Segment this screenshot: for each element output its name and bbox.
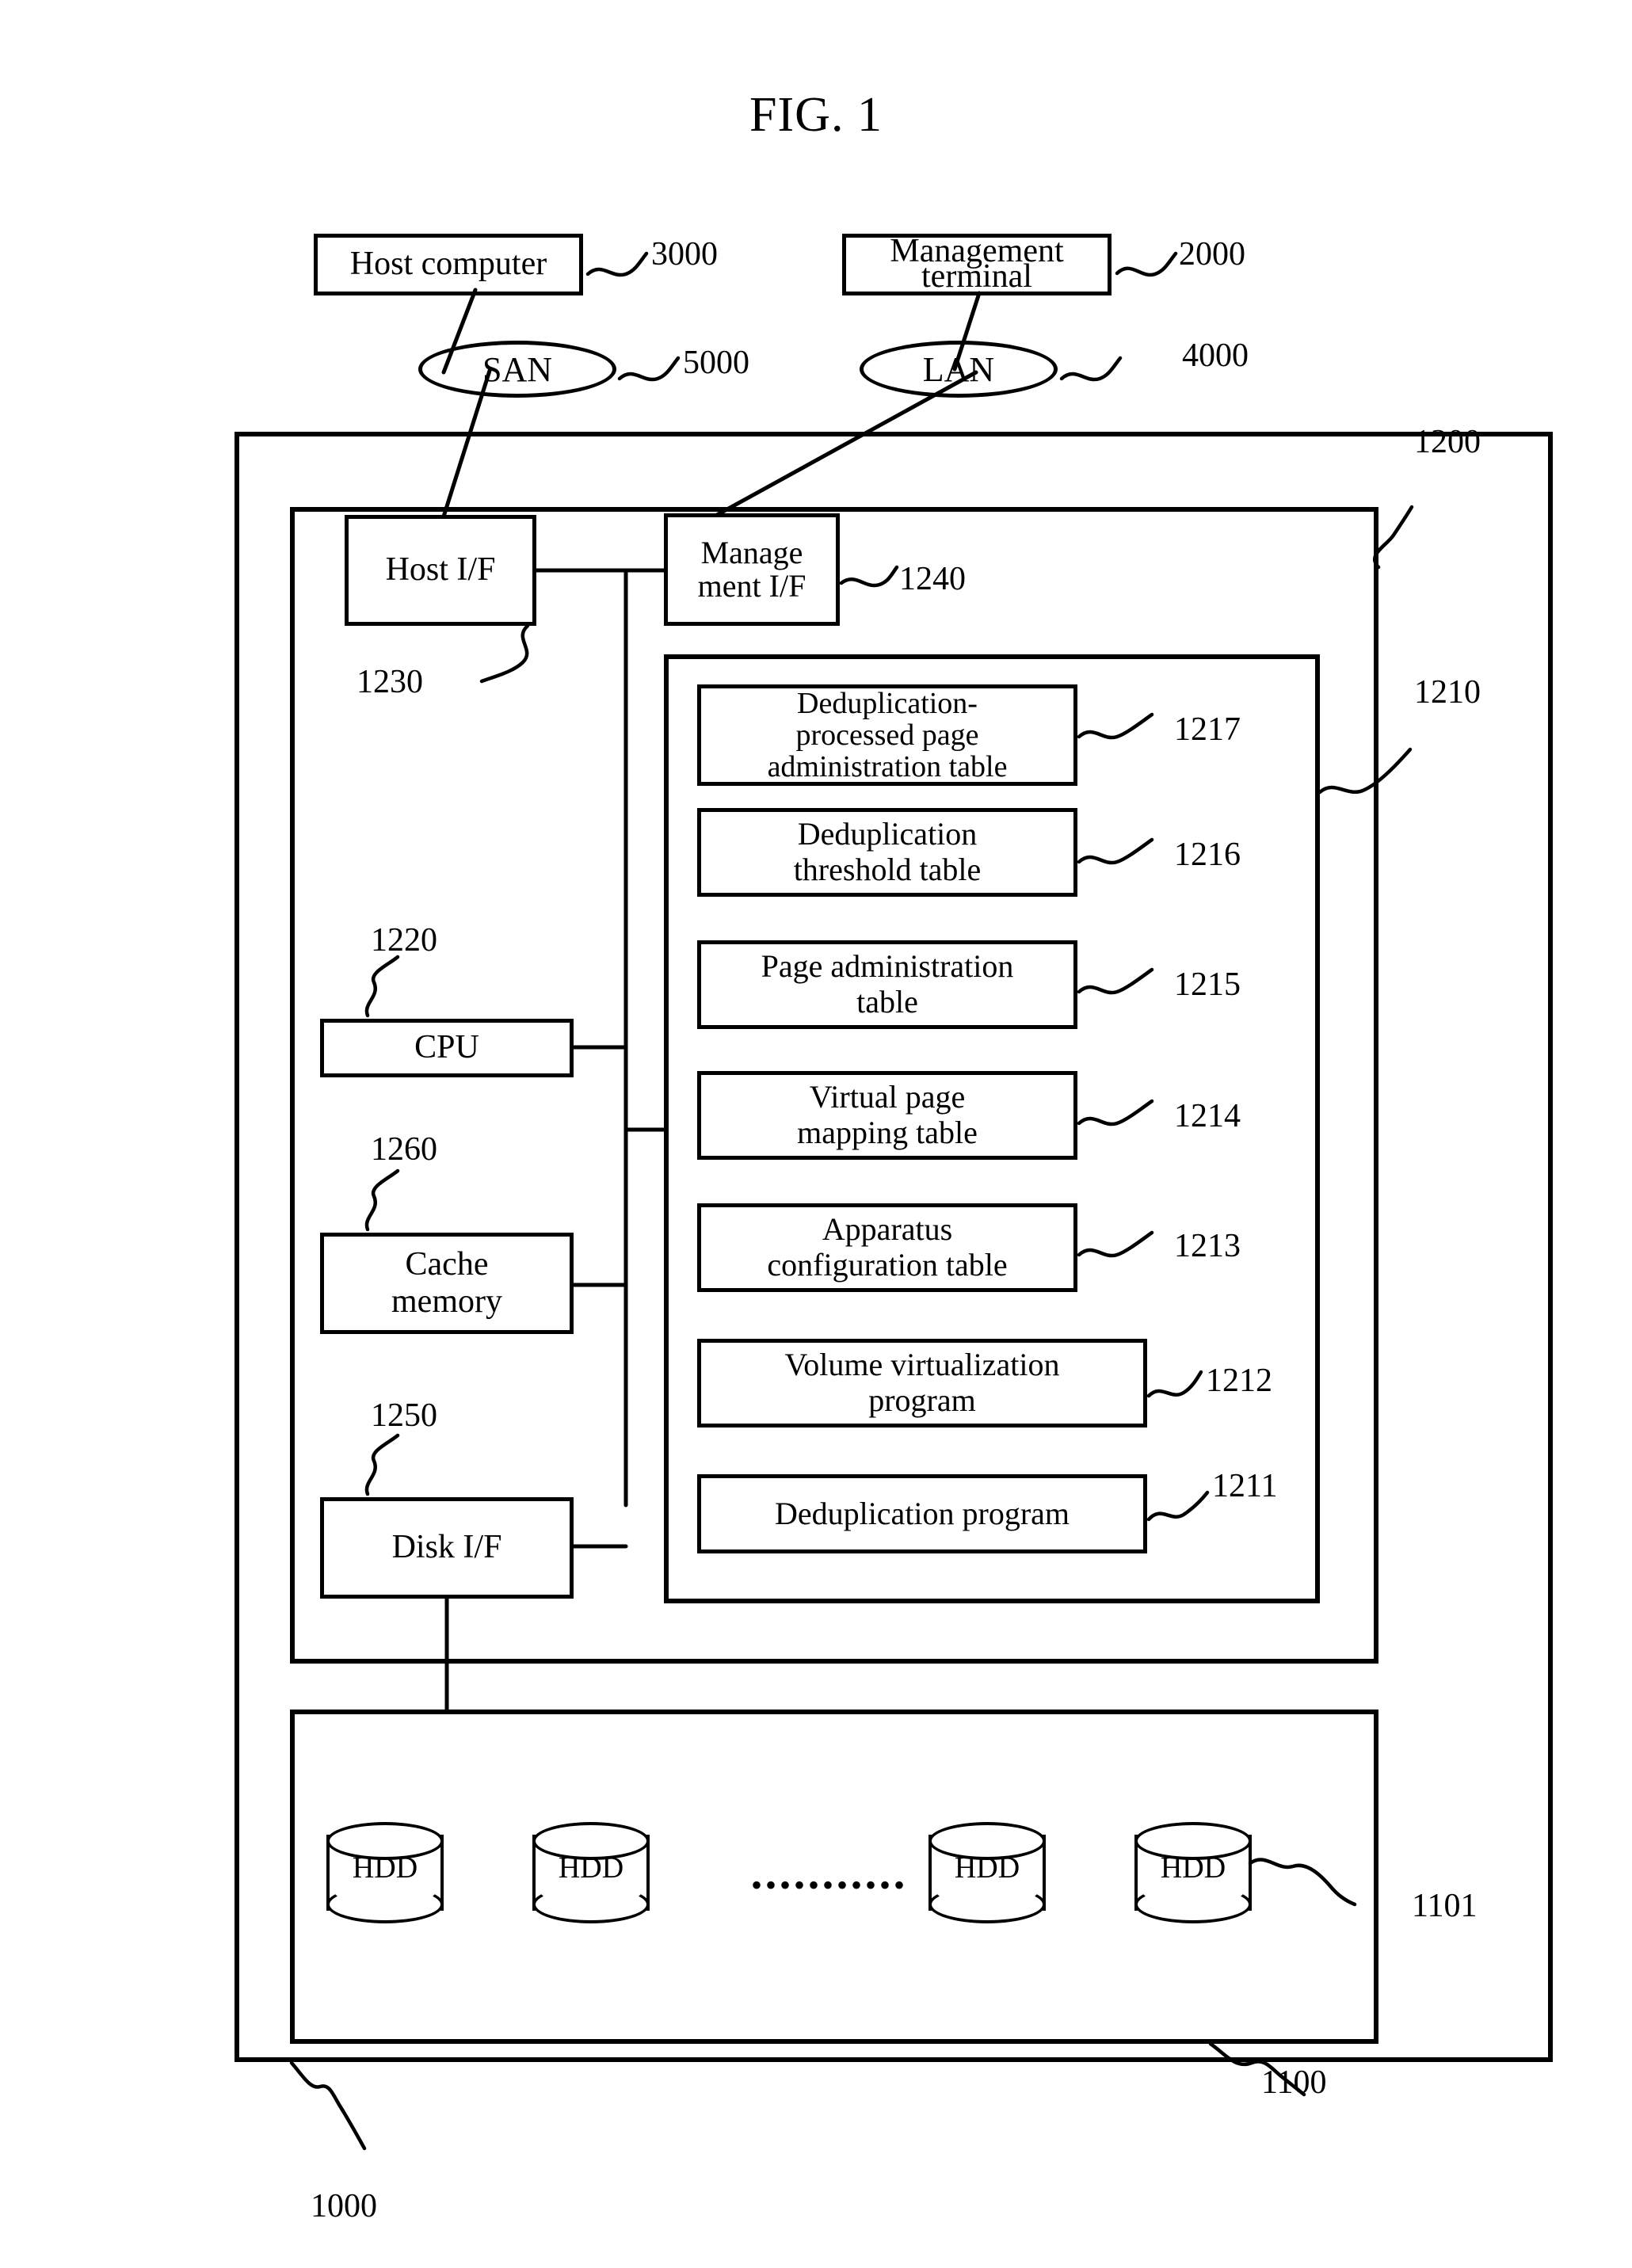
ref-1211: 1211 bbox=[1212, 1468, 1278, 1504]
ref-1220: 1220 bbox=[371, 922, 437, 959]
memory-item-label-line2: program bbox=[868, 1382, 976, 1418]
ref-1213: 1213 bbox=[1174, 1228, 1241, 1264]
memory-item-label-line3: administration table bbox=[767, 750, 1008, 784]
cpu-label: CPU bbox=[414, 1029, 479, 1066]
san-label: SAN bbox=[482, 349, 553, 389]
disk-if-box: Disk I/F bbox=[320, 1497, 574, 1599]
hdd-cylinder-bottom bbox=[1134, 1885, 1252, 1923]
ref-1260: 1260 bbox=[371, 1131, 437, 1168]
memory-item-label-line2: processed page bbox=[795, 718, 979, 752]
leader-3000 bbox=[585, 251, 649, 277]
host-computer-label: Host computer bbox=[349, 246, 547, 283]
management-if-label-line1: Manage bbox=[700, 535, 803, 570]
hdd-label: HDD bbox=[954, 1851, 1020, 1885]
cache-memory-label-line2: memory bbox=[391, 1283, 502, 1320]
ref-5000: 5000 bbox=[683, 345, 749, 381]
hdd-drive-2: HDD bbox=[532, 1822, 650, 1923]
hdd-cylinder-bottom bbox=[326, 1885, 444, 1923]
memory-item-dedup-threshold-table: Deduplication threshold table bbox=[697, 808, 1077, 897]
hdd-cylinder-bottom bbox=[928, 1885, 1046, 1923]
memory-item-label-line1: Deduplication bbox=[797, 816, 978, 852]
ref-1100: 1100 bbox=[1261, 2064, 1327, 2101]
memory-item-virtual-page-mapping-table: Virtual page mapping table bbox=[697, 1071, 1077, 1160]
ref-3000: 3000 bbox=[651, 236, 718, 273]
host-if-label: Host I/F bbox=[385, 551, 496, 589]
memory-item-label-line2: table bbox=[856, 984, 918, 1020]
cache-memory-box: Cache memory bbox=[320, 1233, 574, 1334]
memory-item-label-line1: Deduplication program bbox=[774, 1496, 1070, 1532]
management-if-label-line2: ment I/F bbox=[697, 568, 806, 604]
hdd-label: HDD bbox=[352, 1851, 418, 1885]
hdd-drive-4: HDD bbox=[1134, 1822, 1252, 1923]
ref-2000: 2000 bbox=[1179, 236, 1245, 273]
ref-4000: 4000 bbox=[1182, 337, 1249, 374]
memory-item-label-line2: configuration table bbox=[767, 1247, 1008, 1283]
ref-1230: 1230 bbox=[357, 664, 423, 700]
ref-1216: 1216 bbox=[1174, 837, 1241, 873]
memory-item-dedup-processed-page-admin-table: Deduplication- processed page administra… bbox=[697, 684, 1077, 786]
ref-1214: 1214 bbox=[1174, 1098, 1241, 1134]
hdd-label: HDD bbox=[1160, 1851, 1226, 1885]
hdd-cylinder-bottom bbox=[532, 1885, 650, 1923]
hdd-drive-1: HDD bbox=[326, 1822, 444, 1923]
management-if-box: Manage ment I/F bbox=[664, 513, 840, 626]
cpu-box: CPU bbox=[320, 1019, 574, 1077]
memory-item-deduplication-program: Deduplication program bbox=[697, 1474, 1147, 1553]
disk-if-label: Disk I/F bbox=[391, 1529, 502, 1566]
ref-1215: 1215 bbox=[1174, 966, 1241, 1003]
ref-1240: 1240 bbox=[899, 561, 966, 597]
ref-1217: 1217 bbox=[1174, 711, 1241, 748]
figure-title: FIG. 1 bbox=[749, 88, 883, 142]
ref-1101: 1101 bbox=[1412, 1888, 1478, 1924]
memory-item-label-line1: Volume virtualization bbox=[784, 1347, 1060, 1383]
ref-1200: 1200 bbox=[1414, 424, 1481, 460]
hdd-label: HDD bbox=[558, 1851, 624, 1885]
lan-network: LAN bbox=[860, 341, 1058, 398]
memory-item-label-line1: Apparatus bbox=[822, 1211, 953, 1248]
management-terminal-box: Management terminal bbox=[842, 234, 1112, 295]
memory-item-apparatus-configuration-table: Apparatus configuration table bbox=[697, 1203, 1077, 1292]
memory-item-label-line2: mapping table bbox=[797, 1115, 978, 1150]
host-if-box: Host I/F bbox=[345, 515, 536, 626]
memory-item-label-line1: Deduplication- bbox=[797, 686, 978, 720]
leader-2000 bbox=[1115, 251, 1178, 277]
lan-label: LAN bbox=[922, 349, 995, 389]
leader-1000 bbox=[289, 2060, 367, 2151]
hdd-ellipsis: ••••••••••• bbox=[751, 1867, 909, 1903]
memory-item-label-line2: threshold table bbox=[793, 852, 982, 887]
leader-5000 bbox=[617, 356, 681, 382]
san-network: SAN bbox=[418, 341, 616, 398]
cache-memory-label-line1: Cache bbox=[405, 1245, 489, 1283]
leader-4000 bbox=[1059, 356, 1123, 382]
host-computer-box: Host computer bbox=[314, 234, 583, 295]
hdd-drive-3: HDD bbox=[928, 1822, 1046, 1923]
memory-item-page-admin-table: Page administration table bbox=[697, 940, 1077, 1029]
memory-item-label-line1: Page administration bbox=[761, 948, 1014, 985]
ref-1212: 1212 bbox=[1206, 1363, 1272, 1399]
ref-1000: 1000 bbox=[311, 2188, 377, 2224]
memory-item-volume-virtualization-program: Volume virtualization program bbox=[697, 1339, 1147, 1428]
ref-1210: 1210 bbox=[1414, 674, 1481, 711]
memory-item-label-line1: Virtual page bbox=[809, 1079, 966, 1115]
management-terminal-label-line2: terminal bbox=[921, 258, 1032, 295]
ref-1250: 1250 bbox=[371, 1397, 437, 1434]
